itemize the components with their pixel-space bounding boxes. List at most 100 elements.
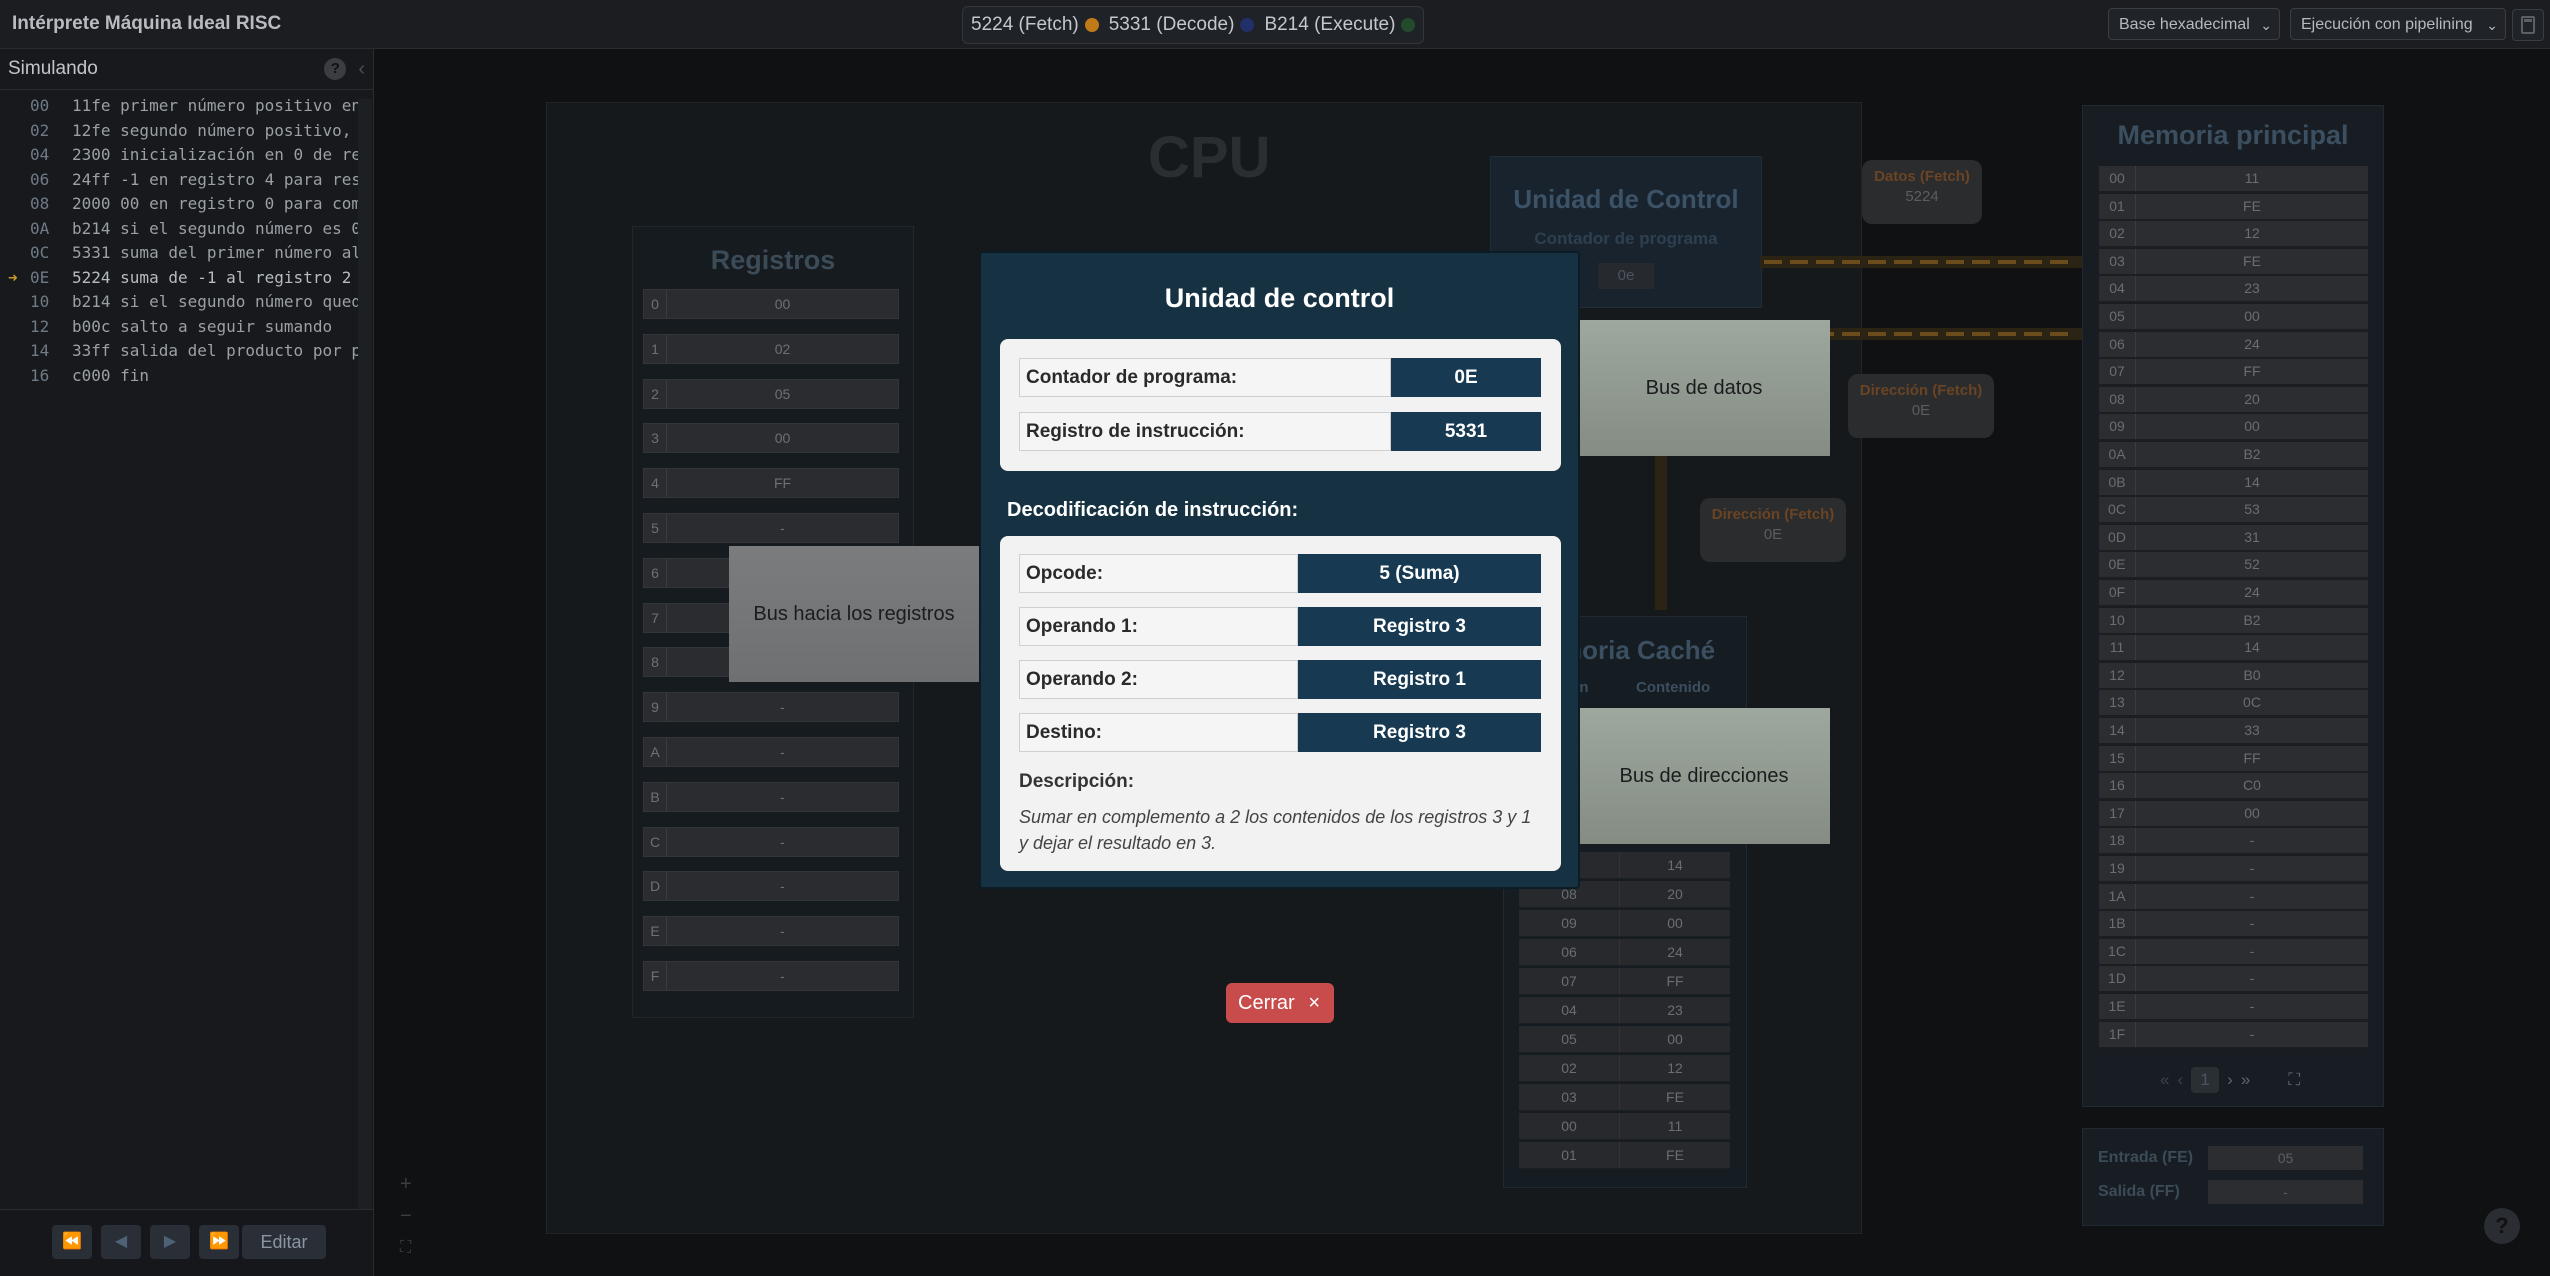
memory-address: 07 [2099,359,2136,385]
last-page-icon[interactable]: » [2241,1070,2250,1090]
register-row[interactable]: B- [643,781,899,812]
code-line[interactable]: 02 12fe segundo número positivo, [0,119,373,144]
register-row[interactable]: C- [643,826,899,857]
memory-row[interactable]: 03 FE [2099,248,2368,276]
memory-row[interactable]: 12 B0 [2099,662,2368,690]
memory-row[interactable]: 06 24 [2099,331,2368,359]
step-forward-button[interactable]: ▶ [150,1225,190,1259]
close-button[interactable]: Cerrar × [1226,983,1334,1023]
memory-row[interactable]: 14 33 [2099,718,2368,745]
register-row[interactable]: 3 00 [643,423,899,454]
memory-row[interactable]: 1A - [2099,883,2368,911]
fullscreen-icon[interactable]: ⛶ [2288,1070,2300,1090]
decode-row: Destino: Registro 3 [1019,713,1541,752]
data-bus-track [1760,256,2082,268]
memory-address: 19 [2099,856,2136,881]
code-line[interactable]: 06 24ff -1 en registro 4 para res [0,168,373,193]
memory-row[interactable]: 15 FF [2099,745,2368,773]
collapse-icon[interactable]: ‹ [358,58,365,81]
memory-row[interactable]: 1E - [2099,994,2368,1021]
memory-row[interactable]: 16 C0 [2099,773,2368,801]
register-row[interactable]: D- [643,871,899,902]
simulation-controls: ⏪ ◀ ▶ ⏩ Editar [0,1209,373,1276]
first-page-icon[interactable]: « [2160,1070,2169,1090]
register-row[interactable]: 2 05 [643,378,899,409]
decode-row: Operando 2: Registro 1 [1019,660,1541,699]
code-line[interactable]: 14 33ff salida del producto por p [0,339,373,364]
memory-row[interactable]: 13 0C [2099,690,2368,718]
help-button[interactable]: ? [2484,1208,2520,1244]
decode-row: Opcode: 5 (Suma) [1019,554,1541,593]
memory-row[interactable]: 00 11 [2099,166,2368,193]
edit-button[interactable]: Editar [242,1225,326,1259]
memory-row[interactable]: 01 FE [2099,193,2368,221]
memory-row[interactable]: 19 - [2099,856,2368,883]
input-field[interactable]: 05 [2208,1146,2363,1170]
code-line[interactable]: 0A b214 si el segundo número es 0 [0,217,373,242]
memory-row[interactable]: 0B 14 [2099,469,2368,497]
memory-row[interactable]: 08 20 [2099,386,2368,414]
register-value: 00 [774,296,791,312]
memory-row[interactable]: 18 - [2099,828,2368,856]
memory-address: 0C [2099,497,2136,523]
help-icon[interactable]: ? [324,58,347,80]
code-scrollbar[interactable] [358,99,372,1261]
memory-row[interactable]: 04 23 [2099,276,2368,304]
step-back-button[interactable]: ◀ [101,1225,141,1259]
memory-row[interactable]: 0C 53 [2099,497,2368,525]
memory-row[interactable]: 0A B2 [2099,442,2368,469]
fast-forward-button[interactable]: ⏩ [199,1225,239,1259]
register-row[interactable]: E- [643,916,899,947]
prev-page-icon[interactable]: ‹ [2177,1070,2183,1090]
register-row[interactable]: 9- [643,692,899,723]
register-row[interactable]: 5- [643,513,899,543]
code-line[interactable]: ➜ 0E 5224 suma de -1 al registro 2 [0,266,373,291]
code-line[interactable]: 10 b214 si el segundo número qued [0,290,373,315]
memory-row[interactable]: 0E 52 [2099,552,2368,580]
memory-row[interactable]: 05 00 [2099,304,2368,331]
calculator-button[interactable] [2512,9,2544,41]
memory-row[interactable]: 1C - [2099,938,2368,966]
memory-row[interactable]: 0D 31 [2099,524,2368,552]
code-line[interactable]: 0C 5331 suma del primer número al [0,241,373,266]
rewind-button[interactable]: ⏪ [52,1225,92,1259]
code-line[interactable]: 04 2300 inicialización en 0 de re [0,143,373,168]
register-row[interactable]: 4 FF [643,468,899,499]
zoom-in-icon[interactable]: + [400,1168,412,1200]
memory-row[interactable]: 1F - [2099,1021,2368,1049]
memory-row[interactable]: 1D - [2099,966,2368,994]
top-bar: Intérprete Máquina Ideal RISC 5224 (Fetc… [0,0,2550,49]
memory-row[interactable]: 09 00 [2099,414,2368,442]
memory-row[interactable]: 07 FF [2099,359,2368,387]
register-row[interactable]: 0 00 [643,289,899,319]
cache-address: 02 [1519,1055,1620,1081]
register-row[interactable]: A- [643,737,899,767]
code-line[interactable]: 12 b00c salto a seguir sumando [0,315,373,340]
code-line[interactable]: 08 2000 00 en registro 0 para com [0,192,373,217]
register-name: E [644,917,667,946]
memory-row[interactable]: 0F 24 [2099,580,2368,607]
code-line[interactable]: 16 c000 fin [0,364,373,389]
code-address: 14 [30,341,50,360]
memory-row[interactable]: 02 12 [2099,221,2368,249]
memory-content: 00 [2244,418,2260,435]
register-row[interactable]: 1 02 [643,333,899,364]
next-page-icon[interactable]: › [2227,1070,2233,1090]
memory-address: 18 [2099,828,2136,854]
current-page[interactable]: 1 [2191,1067,2220,1093]
register-value: - [780,878,785,895]
memory-row[interactable]: 17 00 [2099,800,2368,828]
code-text: 11fe primer número positivo en [72,96,361,115]
execution-mode-select[interactable]: Ejecución con pipelining ⌄ [2290,8,2506,40]
register-row[interactable]: F- [643,961,899,991]
zoom-out-icon[interactable]: − [400,1200,412,1232]
register-value: 02 [774,340,791,357]
fit-view-icon[interactable]: ⛶ [400,1232,412,1264]
memory-row[interactable]: 1B - [2099,911,2368,939]
base-select[interactable]: Base hexadecimal ⌄ [2108,8,2280,40]
bus-signal-segment [1764,260,1782,264]
code-line[interactable]: 00 11fe primer número positivo en [0,94,373,119]
memory-row[interactable]: 11 14 [2099,635,2368,663]
rewind-icon: ⏪ [62,1233,82,1250]
memory-row[interactable]: 10 B2 [2099,607,2368,635]
